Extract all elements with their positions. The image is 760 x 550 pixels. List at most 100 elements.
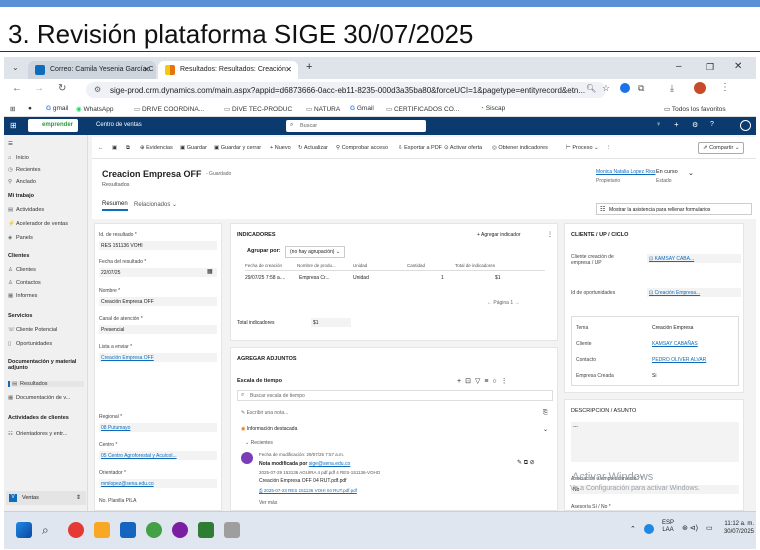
nav-leads[interactable]: ☏Cliente Potencial xyxy=(8,327,57,333)
description-field[interactable]: --- xyxy=(571,422,739,462)
owner-link[interactable]: Monica Natalia Lopez Rios xyxy=(596,169,655,175)
table-row[interactable]: 29/07/25 7:58 a.... Empresa Cr... Unidad… xyxy=(245,273,545,283)
nav-sales-accelerator[interactable]: ⚡Acelerador de ventas xyxy=(8,221,68,227)
overflow-icon[interactable]: ⋮ xyxy=(606,145,612,151)
chrome-profile-icon[interactable] xyxy=(172,522,188,538)
back-button[interactable]: ← xyxy=(98,145,104,151)
tab-outlook[interactable]: Correo: Camila Yesenia García C ✕ xyxy=(28,61,156,79)
start-icon[interactable] xyxy=(16,522,32,538)
tray-app-icon[interactable] xyxy=(644,524,654,534)
note-input[interactable]: ✎ Escribir una nota... xyxy=(241,410,288,416)
nav-home[interactable]: ⌂ Inicio xyxy=(8,155,29,161)
cmd-evidencias[interactable]: ⊕ Evidencias xyxy=(140,145,173,151)
bookmark-siscap[interactable]: ◔ Siscap xyxy=(480,105,505,112)
chevron-down-icon[interactable]: ⌄ xyxy=(543,426,548,433)
cmd-guardar[interactable]: ▣ Guardar xyxy=(180,145,207,151)
result-id-field[interactable]: RES 151136 VOHI xyxy=(99,241,217,250)
col-qty[interactable]: Cantidad xyxy=(407,263,425,268)
cmd-comprobar[interactable]: ⚲ Comprobar acceso xyxy=(336,145,388,151)
nav-clients[interactable]: ♙ Clientes xyxy=(8,267,36,273)
bookmark-gmail2[interactable]: G Gmail xyxy=(350,105,374,112)
cmd-nuevo[interactable]: + Nuevo xyxy=(270,145,291,151)
bookmark-whatsapp[interactable]: ◉ WhatsApp xyxy=(76,105,113,113)
zoom-icon[interactable]: 🔍︎ xyxy=(586,84,596,93)
star-icon[interactable]: ☆ xyxy=(602,83,610,94)
attach-icon[interactable]: ⎘ xyxy=(543,410,548,417)
cmd-exportar[interactable]: ⇩ Exportar a PDF xyxy=(398,145,442,151)
col-unit[interactable]: Unidad xyxy=(353,263,367,268)
waffle-icon[interactable]: ⊞ xyxy=(10,121,17,130)
popout-icon[interactable]: ⧉ xyxy=(126,145,130,152)
client-lookup[interactable]: ⊡ KAMSAY CABA... xyxy=(647,254,741,263)
cmd-obtener[interactable]: ◎ Obtener indicadores xyxy=(492,145,548,151)
cmd-proceso[interactable]: ⊢ Proceso ⌄ xyxy=(566,145,599,151)
nav-activities[interactable]: ▤ Actividades xyxy=(8,207,44,213)
file-explorer-icon[interactable] xyxy=(94,522,110,538)
tab-relacionados[interactable]: Relacionados ⌄ xyxy=(134,201,177,208)
author-link[interactable]: sige@sena.edu.co xyxy=(309,461,351,467)
nav-recent[interactable]: ◷ Recientes xyxy=(8,167,40,173)
area-switcher[interactable]: V Ventas ⇕ xyxy=(6,491,86,505)
app-icon[interactable] xyxy=(68,522,84,538)
forward-icon[interactable]: → xyxy=(34,83,44,94)
overflow-icon[interactable]: ⋮ xyxy=(547,231,553,238)
nav-opportunities[interactable]: ▯ Oportunidades xyxy=(8,341,52,347)
app-icon[interactable] xyxy=(224,522,240,538)
download-icon[interactable]: ⤓ xyxy=(670,83,674,94)
close-icon[interactable]: ✕ xyxy=(285,65,292,74)
nav-panels[interactable]: ◈ Panels xyxy=(8,235,33,241)
menu-icon[interactable]: ⋮ xyxy=(720,82,730,93)
list-lookup[interactable]: Creación Empresa OFF xyxy=(99,353,217,362)
center-lookup[interactable]: 05 Centro Agroforestal y Acuícol... xyxy=(99,451,217,460)
plus-icon[interactable]: + xyxy=(674,120,679,129)
col-total[interactable]: Total de indicadores xyxy=(455,263,495,268)
nav-results[interactable]: ▤ Resultados xyxy=(8,381,84,387)
settings-icon[interactable]: ⚙ xyxy=(692,121,698,129)
tab-search-icon[interactable]: ⌄ xyxy=(12,63,19,72)
bookmark-dive[interactable]: ▭ DIVE TEC-PRODUC xyxy=(224,105,292,113)
timeline-search-input[interactable]: ⌕ Buscar escala de tiempo xyxy=(237,390,553,401)
user-avatar[interactable] xyxy=(740,120,751,131)
new-tab-button[interactable]: + xyxy=(306,61,312,73)
cmd-activar[interactable]: ⊙ Activar oferta xyxy=(444,145,482,151)
bookmark-all[interactable]: ▭ Todos los favoritos xyxy=(664,105,726,113)
tab-resumen[interactable]: Resumen xyxy=(102,201,128,211)
tab-resultados[interactable]: Resultados: Resultados: Creación ✕ xyxy=(158,61,298,79)
form-assist-button[interactable]: ☷ Mostrar la asistencia para rellenar fo… xyxy=(596,203,752,215)
client-link[interactable]: KAMSAY CABAÑAS xyxy=(652,341,698,347)
nav-contacts[interactable]: ♙ Contactos xyxy=(8,280,41,286)
restore-icon[interactable]: ❐ xyxy=(706,62,714,73)
extension-icon[interactable] xyxy=(620,83,630,93)
opportunity-lookup[interactable]: ⊡ Creación Empresa... xyxy=(647,288,741,297)
nav-reports[interactable]: ▦ Informes xyxy=(8,293,37,299)
lightbulb-icon[interactable]: ♀ xyxy=(656,121,661,128)
global-search-input[interactable]: ⌕ Buscar xyxy=(286,120,426,132)
col-created[interactable]: Fecha de creación xyxy=(245,263,282,268)
pager[interactable]: ← Página 1 → xyxy=(487,300,520,306)
channel-select[interactable]: Presencial xyxy=(99,325,217,334)
bookmark-certificados[interactable]: ▭ CERTIFICADOS CO... xyxy=(386,105,459,113)
nav-pinned[interactable]: ⚲ Anclado xyxy=(8,179,36,185)
name-field[interactable]: Creación Empresa OFF xyxy=(99,297,217,306)
minimize-icon[interactable]: – xyxy=(676,61,682,72)
battery-icon[interactable]: ▭ xyxy=(706,524,713,532)
apps-icon[interactable]: ⊞ xyxy=(10,105,15,113)
network-icon[interactable]: ⊛ ⊲) xyxy=(682,524,698,532)
clock[interactable]: 11:12 a. m. 30/07/2025 xyxy=(718,520,754,536)
reload-icon[interactable]: ↻ xyxy=(58,83,66,94)
col-name[interactable]: Nombre de produ... xyxy=(297,263,336,268)
puzzle-icon[interactable]: ⧉ xyxy=(638,83,644,94)
site-info-icon[interactable]: ⚙ xyxy=(94,85,101,94)
note-file-link[interactable]: ⎙ 2025-07-23 RES 151136 VOHI 04 RUT.pdf.… xyxy=(259,488,357,493)
contact-link[interactable]: PEDRO OLIVER ALVAR xyxy=(652,357,706,363)
bookmark-natura[interactable]: ▭ NATURA xyxy=(306,105,340,113)
add-indicator-button[interactable]: + Agregar indicador xyxy=(477,232,521,238)
nav-documentation[interactable]: ▦ Documentación de v... xyxy=(8,395,70,401)
url-input[interactable]: ⚙ sige-prod.crm.dynamics.com/main.aspx?a… xyxy=(86,82,606,98)
bookmark-gmail[interactable]: G gmail xyxy=(46,105,68,112)
mail-icon[interactable] xyxy=(120,522,136,538)
github-icon[interactable]: ● xyxy=(28,105,32,112)
bookmark-drive[interactable]: ▭ DRIVE COORDINA... xyxy=(134,105,204,113)
back-icon[interactable]: ← xyxy=(12,83,22,94)
close-window-icon[interactable]: ✕ xyxy=(734,61,742,72)
